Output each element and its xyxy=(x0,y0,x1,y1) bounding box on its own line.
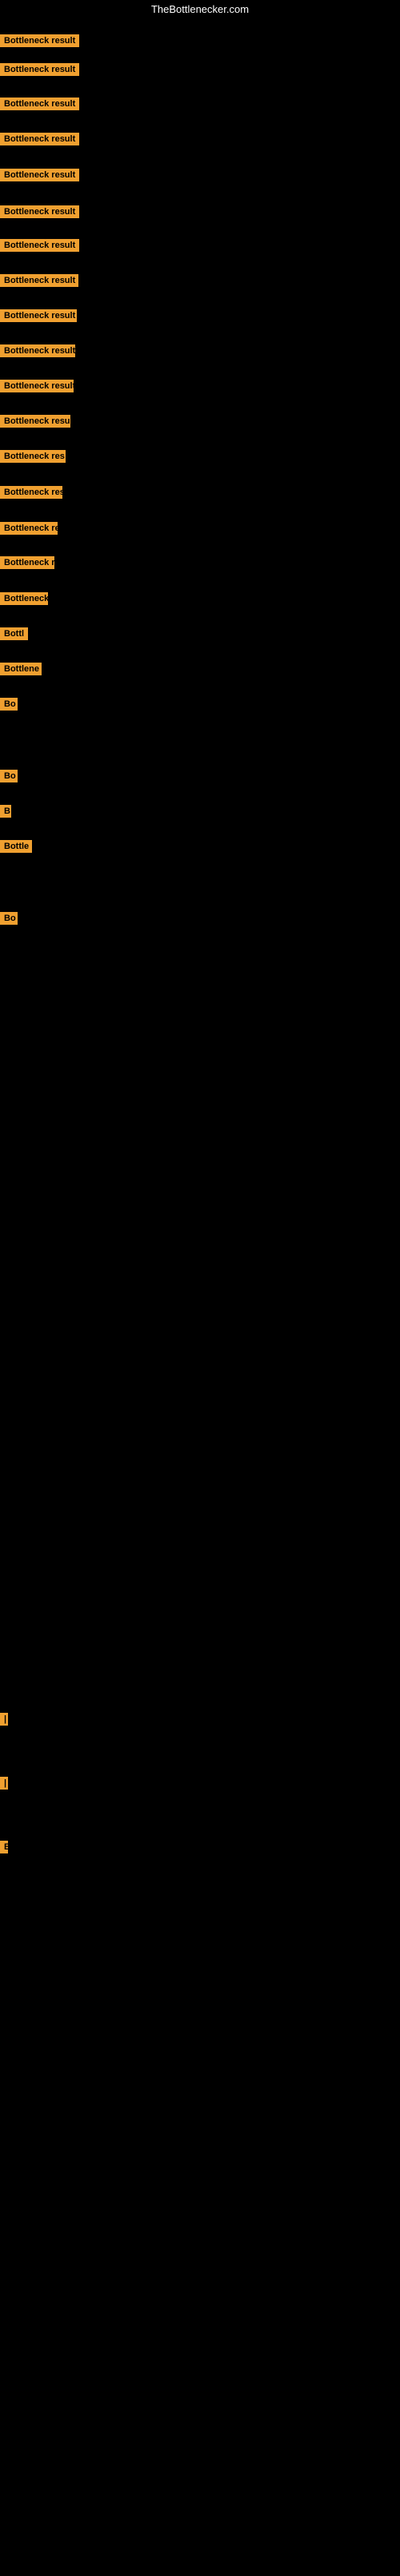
bottleneck-badge-17[interactable]: Bottleneck xyxy=(0,592,48,605)
bottleneck-badge-7[interactable]: Bottleneck result xyxy=(0,239,79,252)
bottleneck-badge-15[interactable]: Bottleneck re xyxy=(0,522,58,535)
bottleneck-badge-26[interactable]: | xyxy=(0,1777,8,1790)
bottleneck-badge-11[interactable]: Bottleneck result xyxy=(0,380,74,392)
bottleneck-badge-22[interactable]: B xyxy=(0,805,11,818)
bottleneck-badge-24[interactable]: Bo xyxy=(0,912,18,925)
bottleneck-badge-12[interactable]: Bottleneck result xyxy=(0,415,70,428)
bottleneck-badge-8[interactable]: Bottleneck result xyxy=(0,274,78,287)
bottleneck-badge-3[interactable]: Bottleneck result xyxy=(0,98,79,110)
site-title: TheBottlenecker.com xyxy=(0,0,400,18)
bottleneck-badge-21[interactable]: Bo xyxy=(0,770,18,782)
bottleneck-badge-23[interactable]: Bottle xyxy=(0,840,32,853)
bottleneck-badge-14[interactable]: Bottleneck res xyxy=(0,486,62,499)
bottleneck-badge-2[interactable]: Bottleneck result xyxy=(0,63,79,76)
bottleneck-badge-19[interactable]: Bottlene xyxy=(0,663,42,675)
bottleneck-badge-16[interactable]: Bottleneck re xyxy=(0,556,54,569)
bottleneck-badge-18[interactable]: Bottl xyxy=(0,627,28,640)
bottleneck-badge-4[interactable]: Bottleneck result xyxy=(0,133,79,145)
bottleneck-badge-9[interactable]: Bottleneck result xyxy=(0,309,77,322)
bottleneck-badge-6[interactable]: Bottleneck result xyxy=(0,205,79,218)
bottleneck-badge-27[interactable]: E xyxy=(0,1841,8,1853)
bottleneck-badge-5[interactable]: Bottleneck result xyxy=(0,169,79,181)
bottleneck-badge-20[interactable]: Bo xyxy=(0,698,18,711)
bottleneck-badge-10[interactable]: Bottleneck result xyxy=(0,344,75,357)
bottleneck-badge-25[interactable]: | xyxy=(0,1713,8,1726)
bottleneck-badge-1[interactable]: Bottleneck result xyxy=(0,34,79,47)
bottleneck-badge-13[interactable]: Bottleneck res xyxy=(0,450,66,463)
